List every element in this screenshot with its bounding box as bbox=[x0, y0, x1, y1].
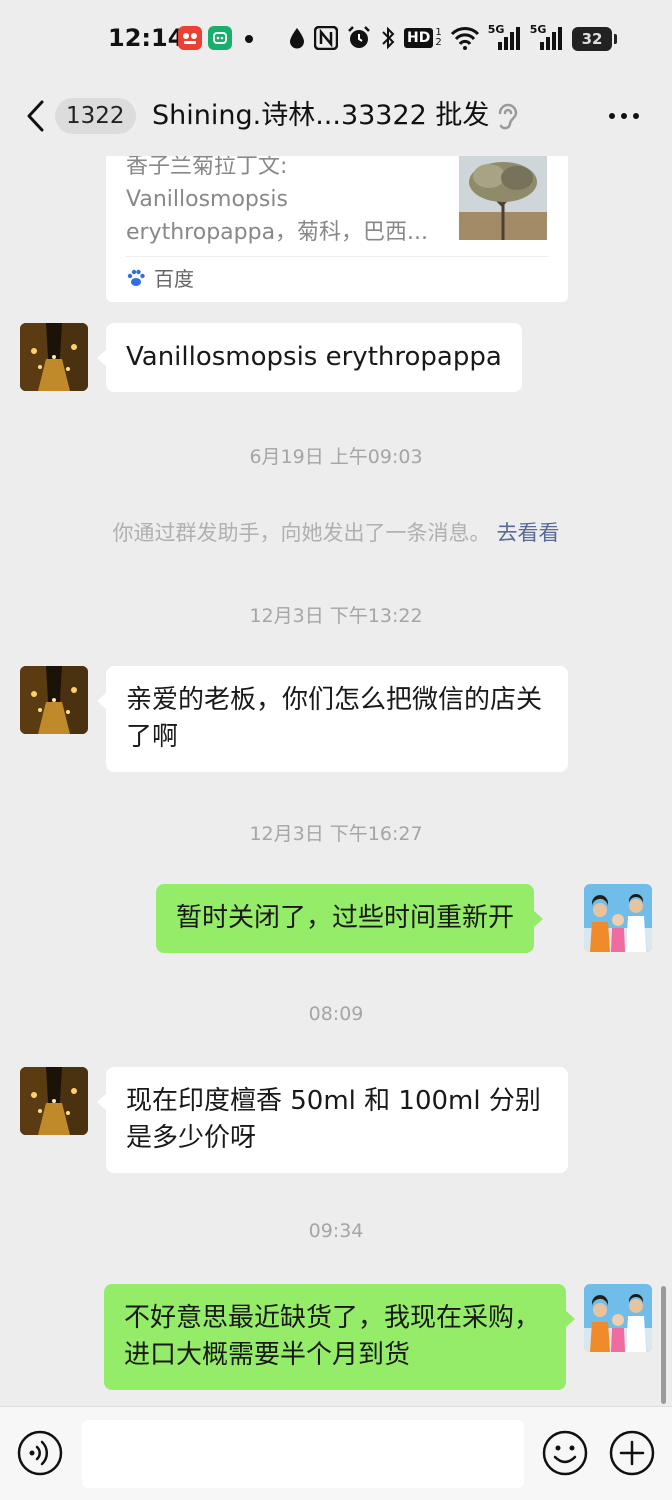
app-icon-red bbox=[178, 26, 202, 50]
hd-icon: HD 12 bbox=[404, 23, 442, 53]
paw-icon bbox=[127, 269, 145, 286]
back-button[interactable] bbox=[22, 96, 52, 136]
message-timestamp: 08:09 bbox=[308, 1003, 364, 1025]
message-bubble-sent[interactable]: 暂时关闭了，过些时间重新开 bbox=[156, 884, 544, 953]
chat-title: Shining.诗林...33322 批发 bbox=[152, 100, 490, 131]
voice-button[interactable] bbox=[16, 1429, 64, 1477]
link-card-source-label: 百度 bbox=[154, 267, 194, 291]
battery-icon: 32 bbox=[572, 27, 617, 51]
link-card-description: 香子兰菊拉丁文: Vanillosmopsis erythropappa，菊科，… bbox=[126, 156, 429, 245]
message-list[interactable]: 香子兰菊拉丁文: Vanillosmopsis erythropappa，菊科，… bbox=[0, 156, 672, 1406]
signal-icon: 5G bbox=[530, 23, 564, 53]
emoji-icon bbox=[542, 1430, 588, 1476]
alarm-icon bbox=[346, 23, 372, 53]
message-bubble-received[interactable]: Vanillosmopsis erythropappa bbox=[97, 323, 522, 392]
scrollbar[interactable] bbox=[661, 1286, 666, 1404]
contact-avatar[interactable] bbox=[20, 323, 88, 391]
more-functions-button[interactable] bbox=[608, 1429, 656, 1477]
system-notice: 你通过群发助手，向她发出了一条消息。 去看看 bbox=[0, 517, 672, 547]
more-button[interactable] bbox=[604, 102, 644, 130]
signal-label: 5G bbox=[487, 23, 505, 36]
app-icon-green bbox=[208, 26, 232, 50]
message-timestamp: 09:34 bbox=[308, 1220, 364, 1242]
status-time: 12:14 bbox=[108, 24, 185, 52]
contact-avatar[interactable] bbox=[20, 1067, 88, 1135]
more-icon bbox=[609, 113, 639, 119]
message-input[interactable] bbox=[82, 1420, 524, 1488]
message-timestamp: 12月3日 下午13:22 bbox=[249, 605, 423, 627]
message-timestamp: 12月3日 下午16:27 bbox=[249, 823, 423, 845]
chevron-left-icon bbox=[27, 100, 44, 132]
ear-icon bbox=[494, 100, 520, 132]
bluetooth-icon bbox=[380, 23, 396, 53]
wifi-icon bbox=[450, 23, 480, 53]
signal-label: 5G bbox=[529, 23, 547, 36]
system-notice-text: 你通过群发助手，向她发出了一条消息。 bbox=[112, 521, 491, 545]
message-bubble-sent[interactable]: 不好意思最近缺货了，我现在采购，进口大概需要半个月到货 bbox=[104, 1284, 575, 1390]
input-bar bbox=[0, 1406, 672, 1500]
link-card-source: 百度 bbox=[126, 263, 194, 292]
notification-dot bbox=[245, 35, 253, 43]
view-link[interactable]: 去看看 bbox=[497, 521, 560, 545]
status-icons: HD 12 5G 5G bbox=[288, 22, 564, 54]
link-card-divider bbox=[126, 256, 548, 257]
link-card-thumbnail bbox=[459, 156, 547, 240]
unread-count-badge[interactable]: 1322 bbox=[55, 98, 136, 134]
nfc-icon bbox=[314, 23, 338, 53]
status-bar: 12:14 HD 12 5G 5G 32 bbox=[0, 0, 672, 78]
message-timestamp: 6月19日 上午09:03 bbox=[249, 446, 423, 468]
link-card[interactable]: 香子兰菊拉丁文: Vanillosmopsis erythropappa，菊科，… bbox=[106, 156, 568, 302]
plus-icon bbox=[609, 1430, 655, 1476]
message-bubble-received[interactable]: 亲爱的老板，你们怎么把微信的店关了啊 bbox=[97, 666, 568, 772]
message-bubble-received[interactable]: 现在印度檀香 50ml 和 100ml 分别是多少价呀 bbox=[97, 1067, 568, 1173]
emoji-button[interactable] bbox=[541, 1429, 589, 1477]
chat-header: 1322 Shining.诗林...33322 批发 bbox=[0, 78, 672, 156]
hd-label: HD bbox=[404, 28, 434, 48]
battery-level: 32 bbox=[581, 30, 603, 48]
drop-icon bbox=[288, 23, 306, 53]
my-avatar[interactable] bbox=[584, 1284, 652, 1352]
contact-avatar[interactable] bbox=[20, 666, 88, 734]
voice-icon bbox=[17, 1430, 63, 1476]
my-avatar[interactable] bbox=[584, 884, 652, 952]
signal-icon: 5G bbox=[488, 23, 522, 53]
